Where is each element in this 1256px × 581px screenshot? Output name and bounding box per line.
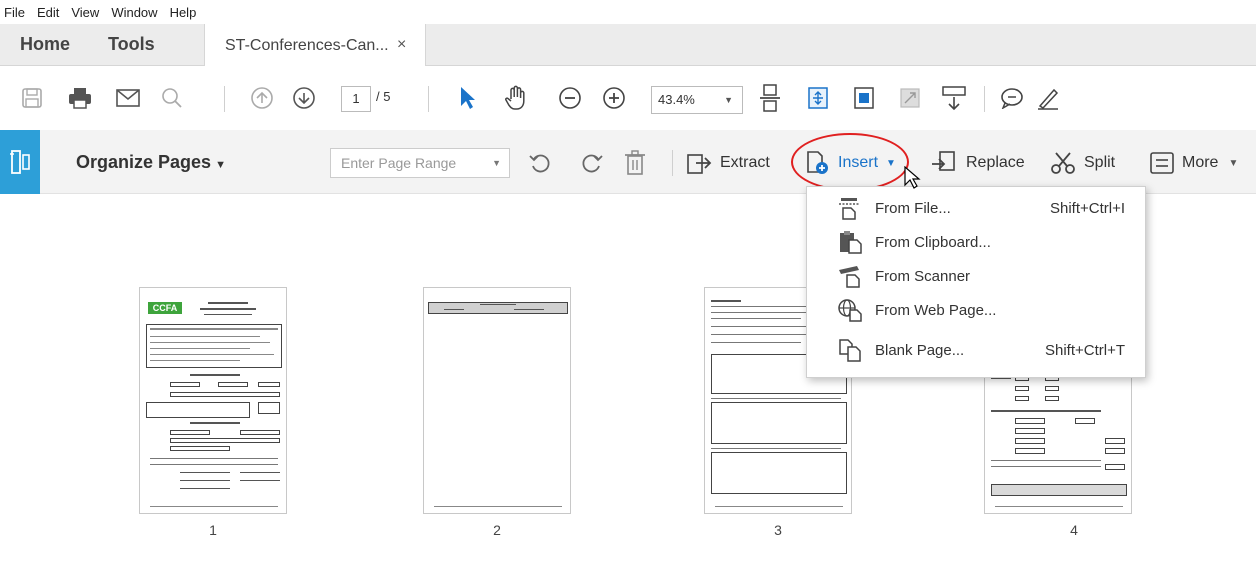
- clipboard-icon: [840, 231, 862, 254]
- web-page-icon: [838, 299, 862, 322]
- rotate-left-icon[interactable]: [528, 148, 560, 178]
- page-number-1: 1: [209, 522, 217, 538]
- fit-width-icon[interactable]: [804, 84, 832, 112]
- split-button[interactable]: Split: [1050, 148, 1115, 178]
- organize-pages-icon[interactable]: [0, 130, 40, 194]
- menu-item-from-scanner[interactable]: From Scanner: [807, 259, 1147, 293]
- more-icon: [1150, 152, 1174, 174]
- page-number-3: 3: [774, 522, 782, 538]
- more-button[interactable]: More ▼: [1150, 148, 1238, 178]
- previous-page-icon[interactable]: [248, 84, 276, 112]
- menu-window[interactable]: Window: [111, 5, 157, 20]
- chevron-down-icon: ▼: [724, 95, 733, 105]
- full-screen-icon[interactable]: [896, 84, 924, 112]
- extract-button[interactable]: Extract: [686, 148, 770, 178]
- menu-label: Blank Page...: [875, 342, 965, 359]
- scanner-icon: [839, 266, 860, 288]
- toolbar-divider: [428, 86, 429, 112]
- next-page-icon[interactable]: [290, 84, 318, 112]
- menu-label: From Web Page...: [875, 302, 997, 319]
- menu-label: From Scanner: [875, 268, 971, 285]
- email-icon[interactable]: [114, 84, 142, 112]
- insert-highlight-ellipse: [791, 133, 909, 191]
- tab-document[interactable]: ST-Conferences-Can... ×: [204, 24, 426, 66]
- close-tab-icon[interactable]: ×: [397, 36, 406, 54]
- split-label: Split: [1084, 154, 1116, 171]
- menu-file[interactable]: File: [4, 5, 25, 20]
- page-count: / 5: [376, 89, 391, 104]
- menu-shortcut: Shift+Ctrl+T: [1044, 342, 1125, 359]
- chevron-down-icon: ▼: [1228, 157, 1239, 169]
- menu-bar: File Edit View Window Help: [0, 0, 1256, 24]
- main-toolbar: 1 / 5 43.4% ▼: [0, 66, 1256, 130]
- chevron-down-icon[interactable]: ▼: [492, 149, 501, 177]
- keyboard-scroll-icon[interactable]: [940, 84, 968, 112]
- tab-bar: Home Tools ST-Conferences-Can... ×: [0, 24, 1256, 66]
- hand-tool-icon[interactable]: [502, 84, 530, 112]
- zoom-level-value: 43.4%: [658, 92, 695, 107]
- scissors-icon: [1051, 152, 1075, 174]
- save-icon[interactable]: [18, 84, 46, 112]
- toolbar-divider: [672, 150, 673, 176]
- page-thumbnail-2[interactable]: [423, 287, 571, 514]
- menu-edit[interactable]: Edit: [37, 5, 59, 20]
- mouse-pointer-icon: [904, 166, 921, 189]
- insert-dropdown-menu: From File... Shift+Ctrl+I From Clipboard…: [806, 186, 1146, 378]
- delete-icon[interactable]: [624, 148, 654, 178]
- menu-help[interactable]: Help: [170, 5, 197, 20]
- menu-item-blank-page[interactable]: Blank Page... Shift+Ctrl+T: [807, 333, 1147, 367]
- menu-item-from-web-page[interactable]: From Web Page...: [807, 293, 1147, 327]
- menu-view[interactable]: View: [71, 5, 99, 20]
- replace-icon: [932, 151, 955, 171]
- organize-pages-label: Organize Pages: [76, 152, 212, 172]
- menu-label: From File...: [875, 200, 951, 217]
- fit-page-icon[interactable]: [756, 84, 784, 112]
- rotate-view-icon[interactable]: [850, 84, 878, 112]
- toolbar-divider: [984, 86, 985, 112]
- replace-label: Replace: [966, 154, 1025, 171]
- zoom-in-icon[interactable]: [600, 84, 628, 112]
- menu-shortcut: Shift+Ctrl+I: [1049, 200, 1125, 217]
- file-insert-icon: [839, 198, 859, 220]
- extract-icon: [687, 154, 712, 174]
- replace-button[interactable]: Replace: [930, 148, 1025, 178]
- page-number-2: 2: [493, 522, 501, 538]
- search-icon[interactable]: [158, 84, 186, 112]
- tab-tools[interactable]: Tools: [108, 34, 155, 55]
- ccfa-logo: CCFA: [148, 302, 182, 314]
- zoom-level-select[interactable]: 43.4% ▼: [651, 86, 743, 114]
- menu-label: From Clipboard...: [875, 234, 991, 251]
- toolbar-divider: [224, 86, 225, 112]
- page-number-4: 4: [1070, 522, 1078, 538]
- page-number-input[interactable]: 1: [341, 86, 371, 112]
- organize-pages-title[interactable]: Organize Pages ▼: [76, 152, 226, 173]
- select-cursor-icon[interactable]: [454, 84, 482, 112]
- blank-page-icon: [839, 339, 861, 362]
- highlight-pen-icon[interactable]: [1034, 84, 1062, 112]
- comment-icon[interactable]: [998, 84, 1026, 112]
- page-thumbnail-1[interactable]: CCFA: [139, 287, 287, 514]
- organize-pages-toolbar: Organize Pages ▼ Enter Page Range ▼ Extra…: [0, 130, 1256, 194]
- zoom-out-icon[interactable]: [556, 84, 584, 112]
- page-range-input[interactable]: Enter Page Range ▼: [330, 148, 510, 178]
- page-range-placeholder: Enter Page Range: [341, 155, 457, 171]
- extract-label: Extract: [720, 154, 770, 171]
- rotate-right-icon[interactable]: [580, 148, 612, 178]
- document-tab-title: ST-Conferences-Can...: [225, 37, 389, 54]
- menu-item-from-clipboard[interactable]: From Clipboard...: [807, 225, 1147, 259]
- more-label: More: [1182, 154, 1219, 171]
- menu-item-from-file[interactable]: From File... Shift+Ctrl+I: [807, 191, 1147, 225]
- print-icon[interactable]: [66, 84, 94, 112]
- chevron-down-icon: ▼: [215, 159, 226, 171]
- tab-home[interactable]: Home: [20, 34, 70, 55]
